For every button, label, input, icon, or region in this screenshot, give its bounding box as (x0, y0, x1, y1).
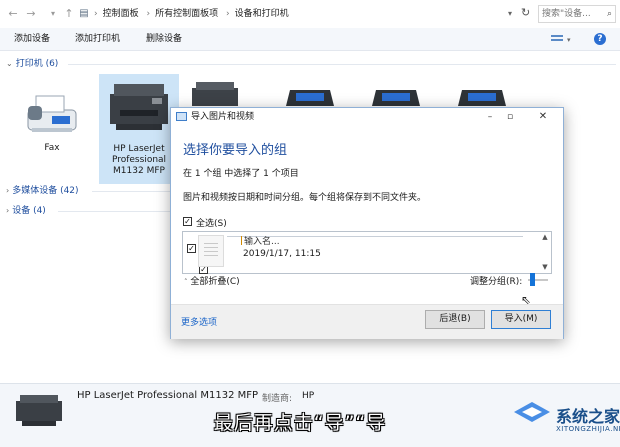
search-placeholder: 搜索"设备... (542, 9, 591, 19)
printer-icon[interactable] (190, 82, 240, 108)
selection-status: 在 1 个组 中选择了 1 个项目 (183, 169, 299, 179)
devices-group-label: 设备 (4) (12, 206, 46, 216)
collapse-all-label: 全部折叠(C) (190, 277, 240, 287)
details-manufacturer-value: HP (302, 391, 315, 401)
group-name-placeholder: 输入名... (244, 237, 280, 247)
breadcrumb[interactable]: › 控制面板 › 所有控制面板项 › 设备和打印机 (92, 5, 520, 23)
group-divider (68, 64, 616, 65)
hp-laserjet-label-line: Professional (111, 155, 167, 165)
photo-thumbnail[interactable] (198, 235, 224, 267)
group-date: 2019/1/17, 11:15 (243, 249, 321, 259)
group-divider (58, 211, 170, 212)
forward-arrow-icon[interactable]: → (24, 7, 38, 21)
fax-device[interactable]: Fax (12, 74, 92, 184)
watermark-text: 系统之家 (556, 407, 620, 426)
dialog-title: 导入图片和视频 (191, 112, 255, 122)
address-dropdown-icon[interactable]: ▾ (508, 9, 512, 18)
fax-label: Fax (44, 143, 60, 153)
back-arrow-icon[interactable]: ← (6, 7, 20, 21)
text-cursor-icon (241, 236, 242, 245)
multifunction-printer-icon (110, 84, 168, 130)
minimize-icon[interactable]: – (483, 110, 497, 124)
remove-device-button[interactable]: 删除设备 (146, 28, 182, 50)
command-bar: 添加设备 添加打印机 删除设备 ▾ ? (0, 28, 620, 51)
fax-icon (27, 95, 77, 132)
chevron-right-icon: › (6, 206, 10, 215)
printer-icon[interactable] (456, 88, 508, 108)
dialog-heading: 选择你要导入的组 (183, 143, 288, 158)
grouping-slider-thumb[interactable] (530, 273, 535, 286)
add-device-button[interactable]: 添加设备 (14, 28, 50, 50)
hp-laserjet-label-line: HP LaserJet (113, 144, 165, 154)
maximize-icon[interactable]: ▫ (503, 110, 517, 124)
search-input[interactable]: 搜索"设备... ⌕ (538, 5, 616, 23)
photo-import-icon (176, 112, 187, 121)
scroll-down-icon[interactable]: ▼ (539, 262, 551, 272)
grouping-description: 图片和视频按日期和时间分组。每个组将保存到不同文件夹。 (183, 193, 427, 203)
history-chevron-icon[interactable]: ▾ (46, 7, 60, 21)
group-checkbox[interactable]: ✓ (187, 244, 196, 253)
breadcrumb-item[interactable]: 控制面板 (103, 9, 139, 19)
devices-group-header[interactable]: › 设备 (4) (6, 204, 46, 218)
printers-group-label: 打印机 (6) (15, 59, 59, 69)
dialog-titlebar[interactable]: 导入图片和视频 – ▫ ✕ (171, 108, 563, 126)
adjust-grouping-label: 调整分组(R): (470, 277, 523, 287)
multimedia-group-header[interactable]: › 多媒体设备 (42) (6, 184, 79, 198)
video-subtitle: 最后再点击“导”“导 (213, 412, 387, 434)
breadcrumb-item[interactable]: 所有控制面板项 (155, 9, 218, 19)
printer-icon[interactable] (370, 88, 422, 108)
address-bar: ← → ▾ ↑ ▤ › 控制面板 › 所有控制面板项 › 设备和打印机 ▾ ↻ 搜索"… (0, 0, 620, 28)
refresh-icon[interactable]: ↻ (521, 7, 533, 19)
breadcrumb-item[interactable]: 设备和打印机 (235, 9, 289, 19)
group-name-input[interactable]: 输入名... (241, 234, 280, 247)
view-options-icon[interactable] (551, 35, 563, 44)
hp-laserjet-label-line: M1132 MFP (113, 166, 165, 176)
up-arrow-icon[interactable]: ↑ (62, 7, 76, 21)
printer-icon[interactable] (284, 88, 336, 108)
multimedia-group-label: 多媒体设备 (42) (12, 186, 79, 196)
details-manufacturer-label: 制造商: (262, 394, 293, 404)
view-dropdown-icon[interactable]: ▾ (567, 36, 571, 44)
scroll-up-icon[interactable]: ▲ (539, 232, 551, 242)
select-all-checkbox[interactable]: ✓ (183, 217, 192, 226)
chevron-down-icon: ⌄ (6, 59, 13, 68)
back-button[interactable]: 后退(B) (425, 310, 485, 329)
add-printer-button[interactable]: 添加打印机 (75, 28, 120, 50)
group-divider (92, 191, 170, 192)
control-panel-icon: ▤ (79, 8, 89, 19)
hp-laserjet-label: HP LaserJet Professional M1132 MFP (99, 144, 179, 177)
help-icon[interactable]: ? (594, 33, 606, 45)
select-all-label[interactable]: 全选(S) (196, 216, 227, 229)
list-scrollbar[interactable]: ▲ ▼ (539, 232, 551, 273)
search-icon: ⌕ (606, 9, 612, 19)
chevron-right-icon: › (6, 186, 10, 195)
chevron-up-icon: ˄ (184, 278, 188, 286)
watermark-logo-icon (514, 402, 550, 422)
more-options-link[interactable]: 更多选项 (181, 315, 217, 328)
collapse-all-button[interactable]: ˄ 全部折叠(C) (184, 274, 240, 287)
hp-laserjet-device[interactable]: HP LaserJet Professional M1132 MFP (99, 74, 179, 184)
import-group-list[interactable] (182, 231, 552, 274)
import-button[interactable]: 导入(M) (491, 310, 551, 329)
close-icon[interactable]: ✕ (536, 110, 550, 124)
import-dialog: 导入图片和视频 – ▫ ✕ 选择你要导入的组 在 1 个组 中选择了 1 个项目… (170, 107, 564, 339)
details-device-name: HP LaserJet Professional M1132 MFP (77, 390, 259, 401)
printers-group-header[interactable]: ⌄ 打印机 (6) (6, 57, 58, 71)
watermark-url: XITONGZHIJIA.NET (556, 425, 620, 433)
